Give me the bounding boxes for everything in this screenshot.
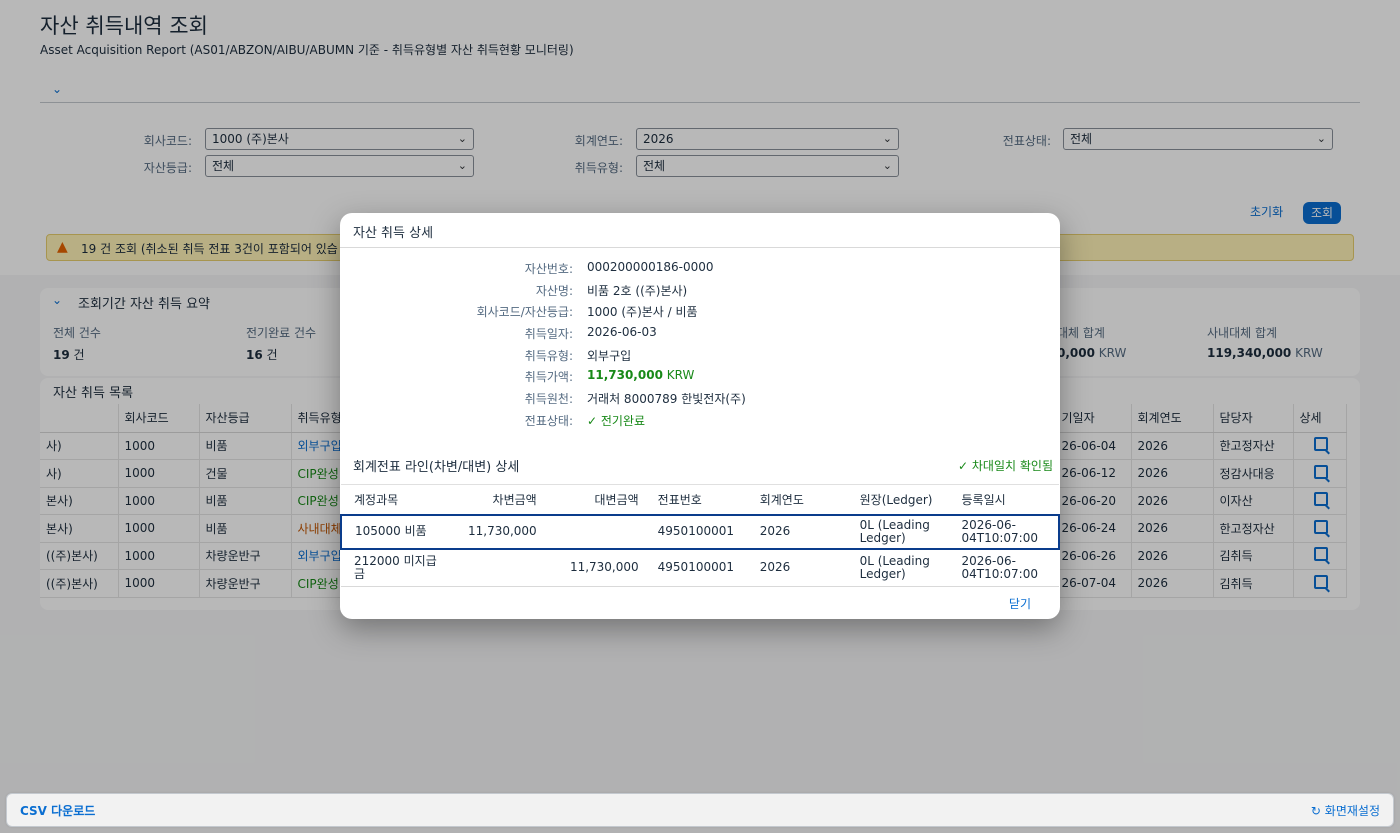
col-year: 회계연도 [746,484,847,515]
cell-debit [448,548,543,587]
journal-lines-title: 회계전표 라인(차변/대변) 상세 [353,460,520,475]
asset-no-label: 자산번호: [524,262,573,276]
info-row-asset-name: 자산명: 비품 2호 ((주)본사) [340,282,1060,300]
asset-name-label: 자산명: [535,284,573,298]
info-row-company-class: 회사코드/자산등급: 1000 (주)본사 / 비품 [340,303,1060,321]
col-ledger: 원장(Ledger) [846,484,949,515]
company-class-value: 1000 (주)본사 / 비품 [587,305,698,319]
dialog-divider [340,247,1060,248]
acq-amount-unit: KRW [666,368,695,382]
reset-view-button[interactable]: ↻ 화면재설정 [1311,802,1380,819]
csv-download-button[interactable]: CSV 다운로드 [20,802,95,819]
doc-status-value: 전기완료 [600,414,646,428]
acq-date-value: 2026-06-03 [587,325,657,339]
cell-created: 2026-06-04T10:07:00 [948,513,1060,550]
info-row-doc-status: 전표상태: ✓ 전기완료 [340,412,1060,430]
info-row-asset-no: 자산번호: 000200000186-0000 [340,260,1060,278]
acq-source-value: 거래처 8000789 한빛전자(주) [587,392,746,406]
asset-no-value: 000200000186-0000 [587,260,714,274]
close-button[interactable]: 닫기 [1009,595,1031,612]
cell-debit: 11,730,000 [448,513,543,550]
cell-account: 212000 미지급금 [341,548,449,587]
col-credit: 대변금액 [542,484,645,515]
acq-date-label: 취득일자: [524,327,573,341]
acq-amount-value: 11,730,000 [587,368,663,382]
info-row-acq-amount: 취득가액: 11,730,000 KRW [340,368,1060,386]
acq-source-label: 취득원천: [524,392,573,406]
cell-ledger: 0L (Leading Ledger) [846,548,949,587]
doc-status-label: 전표상태: [524,414,573,428]
cell-year: 2026 [746,513,847,550]
cell-doc-no: 4950100001 [644,513,747,550]
cell-account: 105000 비품 [340,513,449,550]
col-created: 등록일시 [948,484,1059,515]
col-debit: 차변금액 [448,484,543,515]
info-row-acq-type: 취득유형: 외부구입 [340,347,1060,365]
info-row-acq-date: 취득일자: 2026-06-03 [340,325,1060,343]
check-icon: ✓ [587,414,598,428]
info-row-acq-source: 취득원천: 거래처 8000789 한빛전자(주) [340,390,1060,408]
table-row[interactable]: 105000 비품 11,730,000 4950100001 2026 0L … [340,513,1060,550]
col-doc-no: 전표번호 [644,484,747,515]
acq-amount-label: 취득가액: [524,370,573,384]
table-header-row: 계정과목 차변금액 대변금액 전표번호 회계연도 원장(Ledger) 등록일시 [341,484,1059,515]
asset-name-value: 비품 2호 ((주)본사) [587,284,688,298]
table-row[interactable]: 212000 미지급금 11,730,000 4950100001 2026 0… [341,548,1059,587]
footer-toolbar: CSV 다운로드 ↻ 화면재설정 [6,793,1394,827]
col-account: 계정과목 [341,484,449,515]
cell-created: 2026-06-04T10:07:00 [948,548,1059,587]
reset-view-label: 화면재설정 [1324,804,1380,818]
balance-status-text: 차대일치 확인됨 [971,459,1053,473]
asset-detail-dialog: 자산 취득 상세 자산번호: 000200000186-0000 자산명: 비품… [340,213,1060,619]
cell-ledger: 0L (Leading Ledger) [846,513,949,550]
cell-doc-no: 4950100001 [644,548,747,587]
acq-type-label: 취득유형: [524,349,573,363]
journal-lines-table: 계정과목 차변금액 대변금액 전표번호 회계연도 원장(Ledger) 등록일시… [340,484,1060,587]
cell-credit [542,513,645,550]
dialog-title: 자산 취득 상세 [353,226,434,241]
balance-status: ✓ 차대일치 확인됨 [958,457,1053,474]
company-class-label: 회사코드/자산등급: [476,305,573,319]
refresh-icon: ↻ [1310,804,1321,818]
acq-type-value: 외부구입 [587,349,632,363]
cell-credit: 11,730,000 [542,548,645,587]
cell-year: 2026 [746,548,847,587]
check-icon: ✓ [958,459,969,473]
